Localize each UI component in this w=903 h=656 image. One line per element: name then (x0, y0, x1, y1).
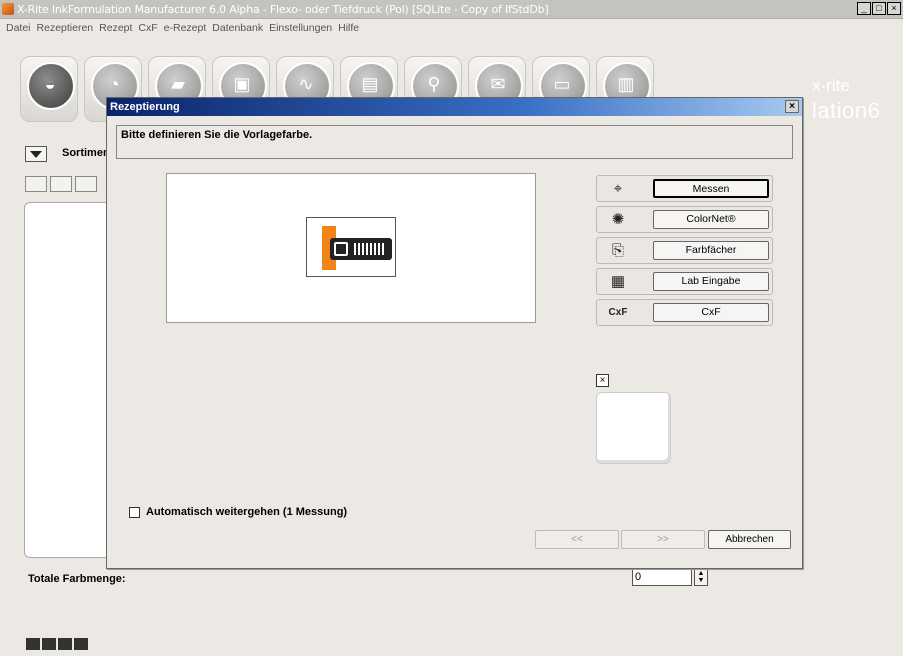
fan-deck-icon: ⎘ (611, 242, 624, 259)
sortiment-dropdown-button[interactable] (25, 146, 47, 162)
open-folder-icon: ▰ (171, 74, 185, 94)
record-navigation (25, 176, 100, 192)
close-window-button[interactable]: × (887, 2, 901, 15)
menu-einstellungen[interactable]: Einstellungen (269, 22, 332, 34)
dialog-title: Rezeptierung (110, 101, 180, 113)
auto-continue-checkbox[interactable] (129, 506, 140, 518)
window-title: X-Rite InkFormulation Manufacturer 6.0 A… (17, 2, 549, 16)
maximize-button[interactable]: □ (872, 2, 886, 15)
measurement-preview (166, 173, 536, 323)
nav-prev-button[interactable] (75, 176, 97, 192)
color-sample-swatch (596, 392, 671, 464)
formulation-icon: ◒ (44, 74, 56, 94)
calculator-icon: ▦ (610, 273, 626, 290)
total-amount-spinner[interactable]: ▲ ▼ (694, 569, 708, 586)
menu-e-rezept[interactable]: e-Rezept (164, 22, 207, 34)
lock-icon[interactable] (26, 638, 40, 650)
auto-continue-label: Automatisch weitergehen (1 Messung) (146, 506, 348, 518)
panel-icon[interactable] (58, 638, 72, 650)
cxf-icon: CxF (608, 307, 628, 318)
nav-down-button[interactable] (25, 176, 47, 192)
shade-icon: ◔ (108, 74, 120, 94)
product-logo: lation6 (812, 98, 881, 123)
title-bar: X-Rite InkFormulation Manufacturer 6.0 A… (0, 0, 903, 19)
print-icon: ▤ (361, 74, 379, 94)
farbfaecher-button[interactable]: Farbfächer (653, 241, 769, 260)
menu-rezept[interactable]: Rezept (99, 22, 132, 34)
menu-cxf[interactable]: CxF (138, 22, 157, 34)
menu-bar: Datei Rezeptieren Rezept CxF e-Rezept Da… (0, 20, 359, 36)
sortiment-list[interactable] (24, 202, 112, 558)
method-row-colornet: ✺ ColorNet® (596, 206, 773, 233)
dialog-title-bar: Rezeptierung × (107, 98, 802, 116)
list-icon[interactable] (42, 638, 56, 650)
minimize-button[interactable]: _ (857, 2, 871, 15)
dialog-close-button[interactable]: × (785, 100, 799, 113)
crosshair-icon: ⌖ (613, 180, 623, 197)
menu-datenbank[interactable]: Datenbank (212, 22, 263, 34)
menu-rezeptieren[interactable]: Rezeptieren (37, 22, 94, 34)
settings-icon[interactable] (74, 638, 88, 650)
messen-button[interactable]: Messen (653, 179, 769, 198)
next-button[interactable]: >> (621, 530, 705, 549)
toolbar-formulation-button[interactable]: ◒ (20, 56, 78, 122)
menu-datei[interactable]: Datei (6, 22, 31, 34)
mail-icon: ✉ (490, 74, 506, 94)
colornet-button[interactable]: ColorNet® (653, 210, 769, 229)
cancel-button[interactable]: Abbrechen (708, 530, 791, 549)
colornet-icon: ✺ (611, 211, 625, 228)
rezeptierung-dialog: Rezeptierung × Bitte definieren Sie die … (106, 97, 803, 569)
auto-continue-option[interactable]: Automatisch weitergehen (1 Messung) (129, 506, 347, 518)
spectrophotometer-icon (306, 217, 396, 277)
xrite-logo: x·rite (812, 76, 850, 95)
method-row-farbfaecher: ⎘ Farbfächer (596, 237, 773, 264)
method-row-cxf: CxF CxF (596, 299, 773, 326)
curve-icon: ∿ (298, 74, 314, 94)
cxf-button[interactable]: CxF (653, 303, 769, 322)
total-amount-input[interactable]: 0 (632, 569, 692, 586)
status-icons (26, 638, 90, 650)
sortiment-label: Sortimen (62, 147, 110, 159)
save-icon: ▣ (233, 74, 251, 94)
lab-eingabe-button[interactable]: Lab Eingabe (653, 272, 769, 291)
nav-first-button[interactable] (50, 176, 72, 192)
method-row-messen: ⌖ Messen (596, 175, 773, 202)
instruction-text: Bitte definieren Sie die Vorlagefarbe. (116, 125, 793, 159)
app-logo-icon (2, 3, 14, 15)
back-button[interactable]: << (535, 530, 619, 549)
total-amount-label: Totale Farbmenge: (28, 573, 126, 585)
method-row-lab-eingabe: ▦ Lab Eingabe (596, 268, 773, 295)
menu-hilfe[interactable]: Hilfe (338, 22, 359, 34)
sample-close-button[interactable]: × (596, 374, 609, 387)
measure-device-icon: ▭ (553, 74, 571, 94)
statistics-icon: ▥ (617, 74, 635, 94)
dispense-icon: ⚲ (427, 74, 441, 94)
